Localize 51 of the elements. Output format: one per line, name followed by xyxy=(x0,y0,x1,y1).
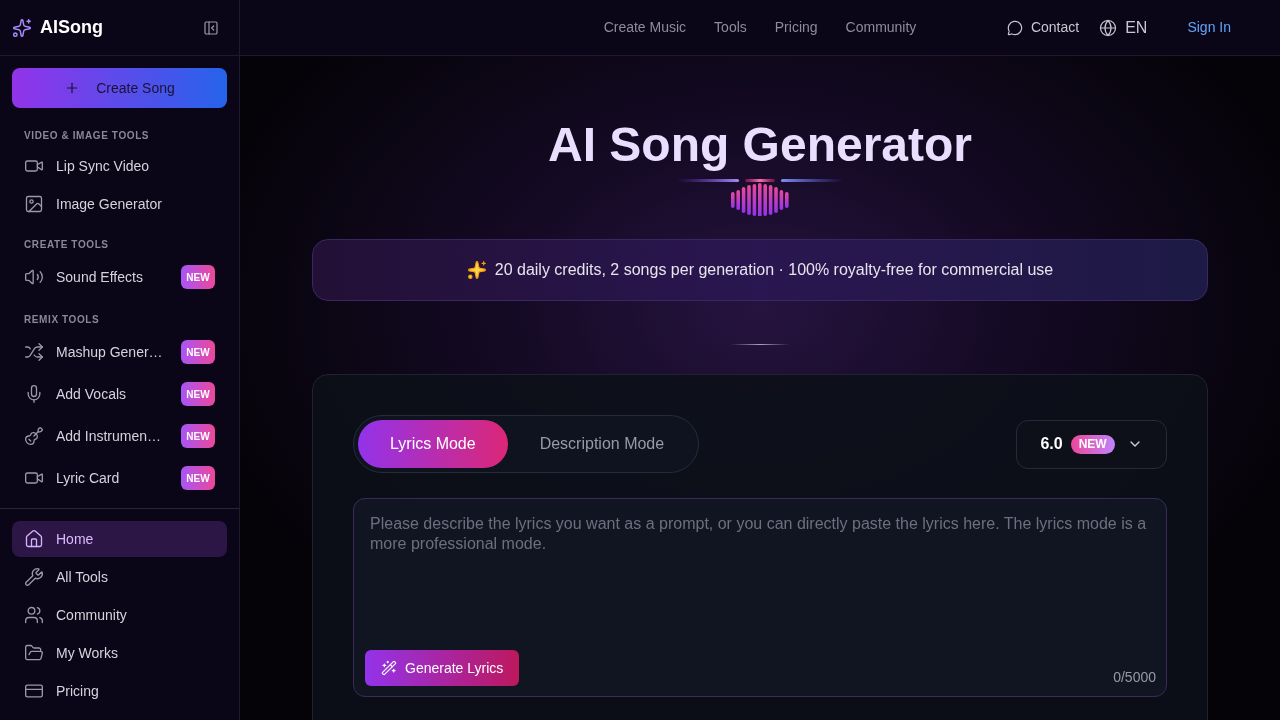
sidebar-item[interactable]: Add Instrumen… NEW xyxy=(12,415,227,457)
new-badge: NEW xyxy=(1070,434,1115,454)
image-icon xyxy=(24,194,44,214)
magic-wand-icon xyxy=(381,660,397,676)
section-heading: CREATE TOOLS xyxy=(23,238,110,252)
nav-link[interactable]: Create Music xyxy=(603,17,687,38)
sidebar-nav-item[interactable]: All Tools xyxy=(12,559,227,595)
version-number: 6.0 xyxy=(1040,434,1063,454)
section-heading: REMIX TOOLS xyxy=(23,313,101,327)
nav-link[interactable]: Community xyxy=(845,17,917,38)
new-badge: NEW xyxy=(181,382,215,406)
sidebar-nav-item[interactable]: Home xyxy=(12,521,227,557)
sidebar-item[interactable]: Image Generator xyxy=(12,185,227,223)
mode-tab[interactable]: Description Mode xyxy=(507,420,697,468)
globe-icon xyxy=(1099,18,1118,37)
new-badge: NEW xyxy=(181,466,215,490)
sidebar-nav-item[interactable]: Community xyxy=(12,597,227,633)
new-badge: NEW xyxy=(181,424,215,448)
generate-lyrics-button[interactable]: Generate Lyrics xyxy=(365,650,520,686)
new-badge: NEW xyxy=(181,340,215,364)
wrench-icon xyxy=(24,567,44,587)
speaker-icon xyxy=(24,267,44,287)
sidebar-nav-item[interactable]: Pricing xyxy=(12,673,227,709)
sidebar-nav-item[interactable]: My Works xyxy=(12,635,227,671)
mode-tab[interactable]: Lyrics Mode xyxy=(358,420,508,468)
users-icon xyxy=(24,605,44,625)
sidebar-item[interactable]: Mashup Gener… NEW xyxy=(12,331,227,373)
banner-text: 20 daily credits, 2 songs per generation · 100% royalty-free for commercial use xyxy=(494,260,1054,280)
nav-link[interactable]: Tools xyxy=(714,17,747,38)
sparkle-logo-icon xyxy=(12,17,32,38)
contact-link[interactable]: Contact xyxy=(1006,17,1080,38)
sidebar-item[interactable]: Lyric Card NEW xyxy=(12,457,227,499)
page-title: AI Song Generator xyxy=(547,118,973,171)
logo-text: AISong xyxy=(40,16,103,39)
section-heading: VIDEO & IMAGE TOOLS xyxy=(23,129,151,143)
sign-in-button[interactable]: Sign In xyxy=(1171,9,1247,46)
new-badge: NEW xyxy=(181,265,215,289)
sidebar-item[interactable]: Lip Sync Video xyxy=(12,147,227,185)
sparkles-icon xyxy=(466,260,487,280)
nav-link[interactable]: Pricing xyxy=(774,17,818,38)
sidebar-item[interactable]: Add Vocals NEW xyxy=(12,373,227,415)
chat-bubble-icon xyxy=(1006,19,1023,36)
sidebar-item[interactable]: Sound Effects NEW xyxy=(12,256,227,298)
character-counter: 0/5000 xyxy=(1113,668,1156,687)
language-selector[interactable]: EN xyxy=(1099,15,1148,40)
guitar-icon xyxy=(24,426,44,446)
house-icon xyxy=(24,529,44,549)
version-selector[interactable]: 6.0 NEW xyxy=(1016,419,1167,469)
sidebar-collapse-icon[interactable] xyxy=(203,19,219,36)
shuffle-icon xyxy=(24,342,44,362)
folder-icon xyxy=(24,643,44,663)
